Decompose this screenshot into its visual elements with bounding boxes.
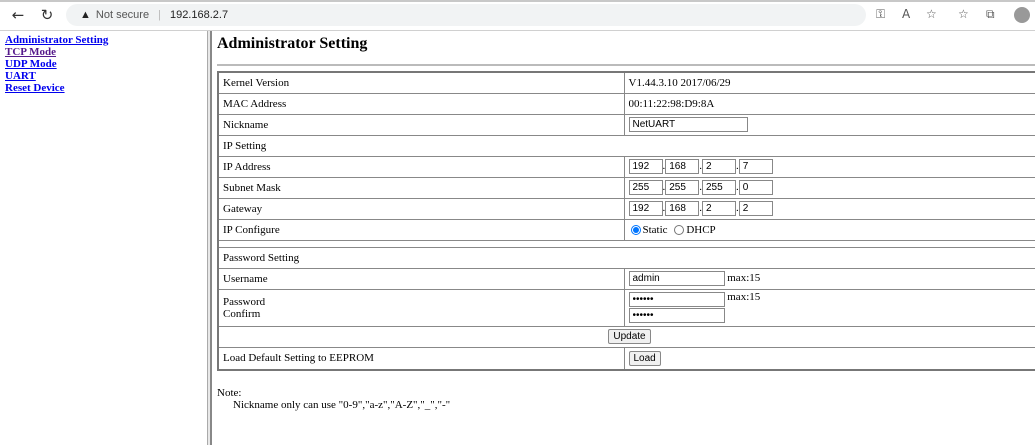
back-icon[interactable]: ← (8, 6, 28, 24)
tab-strip (0, 0, 1035, 2)
sidebar-item-administrator-setting[interactable]: Administrator Setting (5, 34, 202, 46)
static-label: Static (642, 223, 668, 236)
read-aloud-icon[interactable]: A (902, 7, 910, 21)
mask-label: Subnet Mask (217, 176, 625, 199)
mask-octet-4[interactable] (738, 180, 773, 195)
settings-table: Kernel Version V1.44.3.10 2017/06/29 MAC … (217, 71, 1035, 371)
url-text[interactable]: 192.168.2.7 (170, 9, 228, 21)
gateway-octet-4[interactable] (738, 201, 773, 216)
password-max: max:15 (727, 291, 761, 303)
favorites-icon[interactable]: ☆ (958, 7, 969, 21)
page-title: Administrator Setting (217, 35, 368, 52)
static-radio[interactable] (630, 224, 641, 235)
mac-label: MAC Address (217, 92, 625, 115)
mask-octet-3[interactable] (702, 180, 736, 195)
key-icon[interactable]: ⚿ (876, 7, 885, 22)
gateway-octet-1[interactable] (628, 201, 663, 216)
note-text: Nickname only can use "0-9","a-z","A-Z",… (233, 399, 451, 411)
main-frame: Administrator Setting Kernel Version V1.4… (212, 31, 1035, 445)
password-label: Password (223, 295, 266, 308)
sidebar-item-reset-device[interactable]: Reset Device (5, 82, 202, 94)
browser-toolbar: ← ↻ ▲ Not secure | 192.168.2.7 ⚿ A ☆ ☆ ⧉ (0, 0, 1035, 31)
ip-label: IP Address (217, 155, 625, 178)
sidebar-item-uart[interactable]: UART (5, 70, 202, 82)
nickname-label: Nickname (217, 113, 625, 136)
password-setting-header: Password Setting (217, 246, 1035, 269)
confirm-input[interactable] (628, 308, 725, 323)
note: Note: Nickname only can use "0-9","a-z",… (217, 387, 450, 411)
favorite-icon[interactable]: ☆ (926, 7, 937, 21)
password-input[interactable] (628, 292, 725, 307)
mask-octet-2[interactable] (665, 180, 700, 195)
ip-octet-4[interactable] (738, 159, 773, 174)
warning-icon: ▲ (80, 9, 91, 21)
sidebar-item-udp-mode[interactable]: UDP Mode (5, 58, 202, 70)
mask-octet-1[interactable] (628, 180, 663, 195)
collections-icon[interactable]: ⧉ (986, 7, 995, 22)
address-bar[interactable]: ▲ Not secure | 192.168.2.7 (66, 4, 866, 26)
nickname-input[interactable] (628, 117, 748, 132)
kernel-label: Kernel Version (217, 71, 625, 94)
dhcp-label: DHCP (686, 223, 716, 236)
gateway-octet-3[interactable] (702, 201, 736, 216)
username-label: Username (217, 267, 625, 290)
load-button[interactable]: Load (628, 350, 661, 366)
security-label[interactable]: Not secure (96, 9, 149, 21)
dhcp-radio[interactable] (674, 224, 685, 235)
ip-configure-label: IP Configure (217, 218, 625, 241)
gateway-octet-2[interactable] (665, 201, 700, 216)
sidebar-item-tcp-mode[interactable]: TCP Mode (5, 46, 202, 58)
username-input[interactable] (628, 271, 725, 286)
ip-octet-3[interactable] (702, 159, 736, 174)
confirm-label: Confirm (223, 307, 261, 320)
update-button[interactable]: Update (608, 329, 651, 344)
spacer-row (217, 239, 1035, 248)
username-max: max:15 (727, 272, 761, 285)
ip-octet-1[interactable] (628, 159, 663, 174)
profile-avatar[interactable] (1014, 7, 1030, 23)
divider (217, 64, 1035, 66)
separator: | (158, 9, 161, 21)
reload-icon[interactable]: ↻ (37, 6, 57, 24)
mac-value: 00:11:22:98:D9:8A (623, 92, 1035, 115)
ip-setting-header: IP Setting (217, 134, 1035, 157)
gateway-label: Gateway (217, 197, 625, 220)
sidebar: Administrator Setting TCP Mode UDP Mode … (0, 31, 207, 445)
kernel-value: V1.44.3.10 2017/06/29 (623, 71, 1035, 94)
ip-octet-2[interactable] (665, 159, 700, 174)
load-label: Load Default Setting to EEPROM (217, 346, 625, 371)
note-title: Note: (217, 387, 242, 399)
